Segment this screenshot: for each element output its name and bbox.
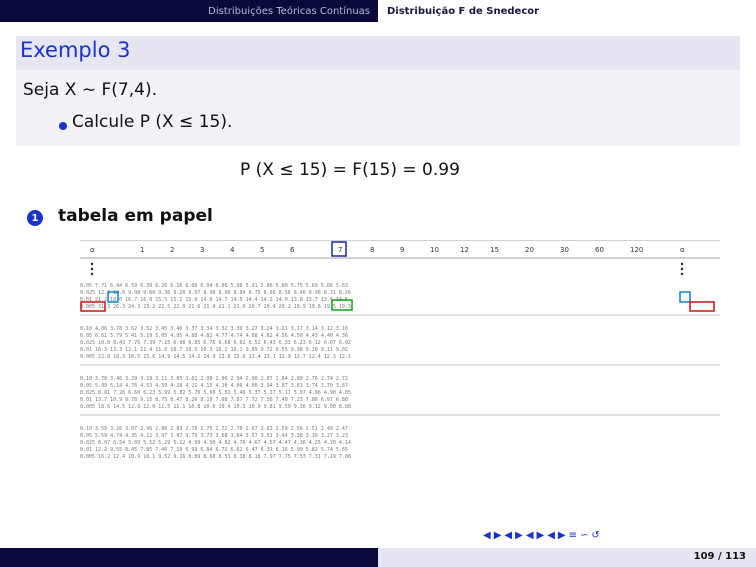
svg-text:60: 60	[595, 246, 604, 254]
svg-text:α: α	[680, 246, 685, 254]
section-left[interactable]: Distribuições Teóricas Contínuas	[0, 0, 378, 22]
svg-text:0.005 18.6 14.5 12.9 12.0: 0.005 18.6 14.5 12.9 12.0 11.5 11.1 10.8…	[80, 404, 351, 410]
svg-text:0.01 13.7 10.9 9.78 9.15: 0.01 13.7 10.9 9.78 9.15 8.75 8.47 8.26 …	[80, 397, 348, 403]
nav-right-icon[interactable]: ▶	[515, 530, 523, 541]
svg-text:0.01 21.2 18.0 16.7 16.0: 0.01 21.2 18.0 16.7 16.0 15.5 15.2 15.0 …	[80, 297, 348, 303]
svg-text:20: 20	[525, 246, 534, 254]
svg-text:0.025 12.2 10.6 9.98 9.60: 0.025 12.2 10.6 9.98 9.60 9.36 9.20 9.07…	[80, 290, 351, 296]
statement-line: Seja X ∼ F(7,4).	[23, 80, 157, 100]
f-distribution-table-image: α123 4567 8 9 10 12 15 20 30 60 120 α 0.05 7.71…	[80, 240, 720, 526]
svg-text:0.025 10.0 8.43 7.76 7.39: 0.025 10.0 8.43 7.76 7.39 7.15 6.98 6.85…	[80, 340, 351, 346]
beamer-navigation-symbols[interactable]: ◀ ▶ ◀ ▶ ◀ ▶ ◀ ▶ ≡ ∽ ↺	[483, 530, 600, 541]
svg-text:0.005 22.8 18.3 16.5 15.6: 0.005 22.8 18.3 16.5 15.6 14.9 14.5 14.2…	[80, 354, 351, 360]
slide-title: Exemplo 3	[20, 38, 131, 62]
nav-right-icon[interactable]: ▶	[558, 530, 566, 541]
footer-bar	[0, 548, 756, 567]
equation: P (X ≤ 15) = F(15) = 0.99	[240, 160, 460, 180]
svg-text:120: 120	[630, 246, 643, 254]
svg-text:3: 3	[200, 246, 204, 254]
svg-text:0.05 5.59 4.74 4.35 4.12: 0.05 5.59 4.74 4.35 4.12 3.97 3.87 3.79 …	[80, 433, 348, 439]
bullet-text: Calcule P (X ≤ 15).	[72, 112, 233, 132]
nav-right-icon[interactable]: ▶	[537, 530, 545, 541]
svg-text:0.05 7.71 6.94 6.59 6.39: 0.05 7.71 6.94 6.59 6.39 6.26 6.16 6.09 …	[80, 283, 348, 289]
enumeration-text: tabela em papel	[58, 206, 213, 226]
enumeration-number: 1	[27, 210, 43, 226]
menu-icon[interactable]: ≡	[569, 530, 577, 541]
svg-text:0.01 12.2 9.55 8.45 7.85: 0.01 12.2 9.55 8.45 7.85 7.46 7.19 6.99 …	[80, 447, 348, 453]
svg-text:12: 12	[460, 246, 469, 254]
svg-text:5: 5	[260, 246, 264, 254]
nav-left-icon[interactable]: ◀	[483, 530, 491, 541]
section-right[interactable]: Distribuição F de Snedecor	[378, 0, 756, 22]
svg-text:0.025 8.07 6.54 5.89 5.52: 0.025 8.07 6.54 5.89 5.52 5.29 5.12 4.99…	[80, 440, 351, 446]
svg-text:0.025 8.81 7.26 6.60 6.23: 0.025 8.81 7.26 6.60 6.23 5.99 5.82 5.70…	[80, 390, 351, 396]
bullet-icon	[59, 122, 67, 130]
back-icon[interactable]: ↺	[591, 530, 599, 541]
nav-left-icon[interactable]: ◀	[547, 530, 555, 541]
nav-left-icon[interactable]: ◀	[504, 530, 512, 541]
svg-text:4: 4	[230, 246, 235, 254]
svg-text:2: 2	[170, 246, 174, 254]
nav-right-icon[interactable]: ▶	[494, 530, 502, 541]
search-icon[interactable]: ∽	[580, 530, 588, 541]
svg-text:1: 1	[140, 246, 144, 254]
svg-text:9: 9	[400, 246, 404, 254]
svg-text:8: 8	[370, 246, 374, 254]
svg-text:0.005 16.2 12.4 10.9 10.1: 0.005 16.2 12.4 10.9 10.1 9.52 9.16 8.89…	[80, 454, 351, 460]
svg-text:30: 30	[560, 246, 569, 254]
page-number: 109 / 113	[693, 551, 746, 562]
svg-text:15: 15	[490, 246, 499, 254]
svg-text:0.01 16.3 13.3 12.1 11.4: 0.01 16.3 13.3 12.1 11.4 11.0 10.7 10.5 …	[80, 347, 348, 353]
svg-text:0.005 31.3 26.3 24.3 23.2: 0.005 31.3 26.3 24.3 23.2 22.5 22.0 21.6…	[80, 304, 351, 310]
svg-text:0.10 3.78 3.46 3.29 3.18: 0.10 3.78 3.46 3.29 3.18 3.11 3.05 3.01 …	[80, 376, 348, 382]
top-navigation-bar: Distribuições Teóricas Contínuas Distrib…	[0, 0, 756, 22]
svg-text:0.05 5.99 5.14 4.76 4.53: 0.05 5.99 5.14 4.76 4.53 4.39 4.28 4.21 …	[80, 383, 348, 389]
svg-text:0.10 3.59 3.26 3.07 2.96: 0.10 3.59 3.26 3.07 2.96 2.88 2.83 2.78 …	[80, 426, 348, 432]
svg-text:7: 7	[338, 246, 342, 254]
svg-text:α: α	[90, 246, 95, 254]
svg-text:0.05 6.61 5.79 5.41 5.19: 0.05 6.61 5.79 5.41 5.19 5.05 4.95 4.88 …	[80, 333, 348, 339]
svg-text:10: 10	[430, 246, 439, 254]
svg-text:0.10 4.06 3.78 3.62 3.52: 0.10 4.06 3.78 3.62 3.52 3.45 3.40 3.37 …	[80, 326, 348, 332]
nav-left-icon[interactable]: ◀	[526, 530, 534, 541]
footer-left	[0, 548, 378, 567]
svg-text:6: 6	[290, 246, 295, 254]
